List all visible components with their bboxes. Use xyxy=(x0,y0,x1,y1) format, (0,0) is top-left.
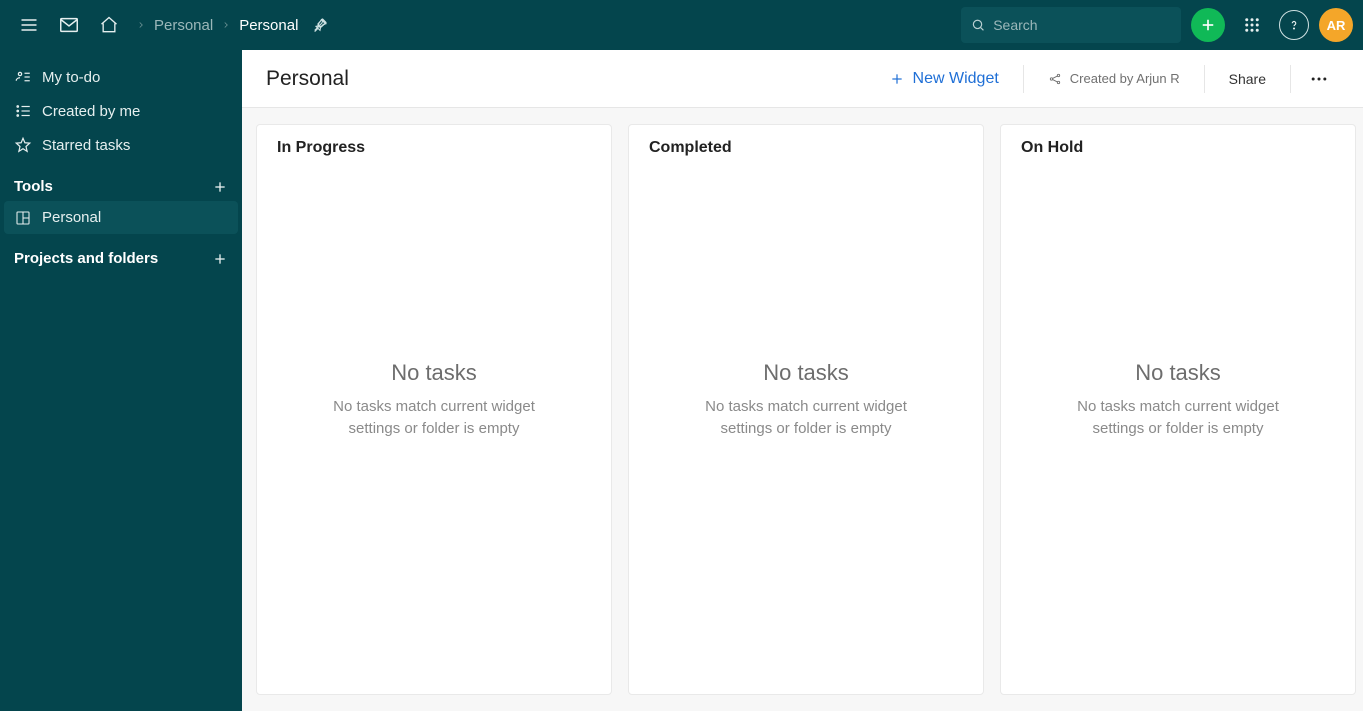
sidebar-section-label: Tools xyxy=(14,178,53,195)
main: My to-do Created by me Starred tasks Too… xyxy=(0,50,1363,711)
apps-grid-icon xyxy=(1243,16,1261,34)
dashboard-icon xyxy=(14,210,32,226)
empty-subtitle: No tasks match current widget settings o… xyxy=(1058,396,1298,440)
search-box[interactable] xyxy=(961,7,1181,43)
star-icon xyxy=(14,136,32,154)
help-button[interactable] xyxy=(1279,10,1309,40)
plus-icon xyxy=(212,251,228,267)
sidebar-tool-personal[interactable]: Personal xyxy=(4,201,238,234)
plus-icon xyxy=(212,179,228,195)
widget-in-progress: In Progress No tasks No tasks match curr… xyxy=(256,124,612,695)
sidebar-item-label: Personal xyxy=(42,209,101,226)
widget-body: No tasks No tasks match current widget s… xyxy=(1001,165,1355,694)
sidebar-item-my-todo[interactable]: My to-do xyxy=(0,60,242,94)
apps-button[interactable] xyxy=(1235,8,1269,42)
widget-title: In Progress xyxy=(257,125,611,165)
empty-subtitle: No tasks match current widget settings o… xyxy=(314,396,554,440)
sidebar-item-starred[interactable]: Starred tasks xyxy=(0,128,242,162)
sidebar-section-tools: Tools xyxy=(0,162,242,201)
page-title: Personal xyxy=(266,67,349,91)
widget-body: No tasks No tasks match current widget s… xyxy=(257,165,611,694)
plus-icon xyxy=(1199,16,1217,34)
empty-title: No tasks xyxy=(391,360,477,386)
widget-title: On Hold xyxy=(1001,125,1355,165)
add-tool-button[interactable] xyxy=(212,179,228,195)
pin-icon xyxy=(312,17,328,33)
avatar[interactable]: AR xyxy=(1319,8,1353,42)
widget-body: No tasks No tasks match current widget s… xyxy=(629,165,983,694)
pin-button[interactable] xyxy=(312,17,328,33)
more-horizontal-icon xyxy=(1309,69,1329,89)
share-nodes-icon xyxy=(1048,72,1062,86)
sidebar-item-label: Starred tasks xyxy=(42,137,130,154)
widget-on-hold: On Hold No tasks No tasks match current … xyxy=(1000,124,1356,695)
home-button[interactable] xyxy=(90,6,128,44)
sidebar-section-label: Projects and folders xyxy=(14,250,158,267)
empty-title: No tasks xyxy=(1135,360,1221,386)
breadcrumb: Personal Personal xyxy=(136,17,328,34)
topbar: Personal Personal AR xyxy=(0,0,1363,50)
help-icon xyxy=(1287,18,1301,32)
chevron-right-icon xyxy=(136,20,146,30)
people-icon xyxy=(14,68,32,86)
divider xyxy=(1023,65,1024,93)
more-button[interactable] xyxy=(1299,63,1339,95)
content-header-actions: New Widget Created by Arjun R Share xyxy=(873,63,1339,95)
content: Personal New Widget Created by Arjun R S… xyxy=(242,50,1363,711)
share-label: Share xyxy=(1229,71,1266,87)
hamburger-button[interactable] xyxy=(10,6,48,44)
board: In Progress No tasks No tasks match curr… xyxy=(242,108,1363,711)
list-icon xyxy=(14,102,32,120)
share-button[interactable]: Share xyxy=(1213,65,1282,93)
chevron-right-icon xyxy=(221,20,231,30)
divider xyxy=(1290,65,1291,93)
topbar-right: AR xyxy=(961,7,1353,43)
sidebar-item-label: My to-do xyxy=(42,69,100,86)
hamburger-icon xyxy=(19,15,39,35)
topbar-left: Personal Personal xyxy=(10,6,328,44)
new-widget-label: New Widget xyxy=(913,70,999,88)
sidebar-section-projects: Projects and folders xyxy=(0,234,242,273)
created-by-button[interactable]: Created by Arjun R xyxy=(1032,65,1196,92)
empty-subtitle: No tasks match current widget settings o… xyxy=(686,396,926,440)
create-button[interactable] xyxy=(1191,8,1225,42)
empty-title: No tasks xyxy=(763,360,849,386)
plus-icon xyxy=(889,71,905,87)
created-by-label: Created by Arjun R xyxy=(1070,71,1180,86)
content-header: Personal New Widget Created by Arjun R S… xyxy=(242,50,1363,108)
home-icon xyxy=(99,15,119,35)
inbox-button[interactable] xyxy=(50,6,88,44)
search-icon xyxy=(971,17,985,33)
sidebar-item-created-by-me[interactable]: Created by me xyxy=(0,94,242,128)
search-input[interactable] xyxy=(993,17,1171,33)
new-widget-button[interactable]: New Widget xyxy=(873,64,1015,94)
widget-title: Completed xyxy=(629,125,983,165)
breadcrumb-item-root[interactable]: Personal xyxy=(154,17,213,34)
breadcrumb-item-current[interactable]: Personal xyxy=(239,17,298,34)
add-project-button[interactable] xyxy=(212,251,228,267)
sidebar: My to-do Created by me Starred tasks Too… xyxy=(0,50,242,711)
mail-icon xyxy=(58,14,80,36)
sidebar-item-label: Created by me xyxy=(42,103,140,120)
divider xyxy=(1204,65,1205,93)
widget-completed: Completed No tasks No tasks match curren… xyxy=(628,124,984,695)
